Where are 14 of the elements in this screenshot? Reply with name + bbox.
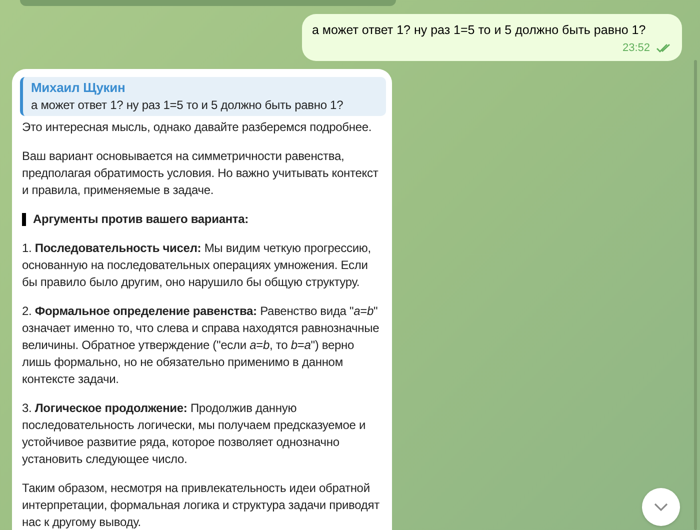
message-paragraph: 1. Последовательность чисел: Мы видим четкую прогрессию, основанную на последовательных операциях умножения. Если бы правило было другим, оно нарушило бы общую структуру. <box>22 240 372 290</box>
reply-text: а может ответ 1? ну раз 1=5 то и 5 должно быть равно 1? <box>31 96 344 114</box>
message-paragraph: Таким образом, несмотря на привлекательность идеи обратной интерпретации, формальная логика и структура задачи приводят нас к другому выводу. <box>22 480 380 530</box>
chevron-down-icon <box>653 502 669 512</box>
bar-icon <box>22 212 26 226</box>
message-paragraph: 3. Логическое продолжение: Продолжив данную последовательность логически, мы получаем предсказуемое и устойчивое развитие ряда, которое позволяет однозначно установить следующее число. <box>22 400 367 468</box>
message-paragraph: Ваш вариант основывается на симметричности равенства, предполагая обратимость условия. Но важно учитывать контекст и правила, применяемые в задаче. <box>22 148 380 198</box>
reply-author: Михаил Щукин <box>31 78 126 96</box>
message-time: 23:52 <box>622 41 650 56</box>
scroll-down-button[interactable] <box>642 488 680 526</box>
section-heading: Аргументы против вашего варианта: <box>33 210 249 228</box>
message-paragraph: Это интересная мысль, однако давайте разберемся подробнее. <box>22 118 373 136</box>
message-text: а может ответ 1? ну раз 1=5 то и 5 должно быть равно 1? <box>312 22 647 39</box>
message-paragraph: 2. Формальное определение равенства: Равенство вида "a=b" означает именно то, что слева и справа находятся равнозначные величины. Обратное утверждение ("если a=b, то b=a") верно лишь формально, но не обязательно применимо в данном контексте задачи. <box>22 302 380 388</box>
